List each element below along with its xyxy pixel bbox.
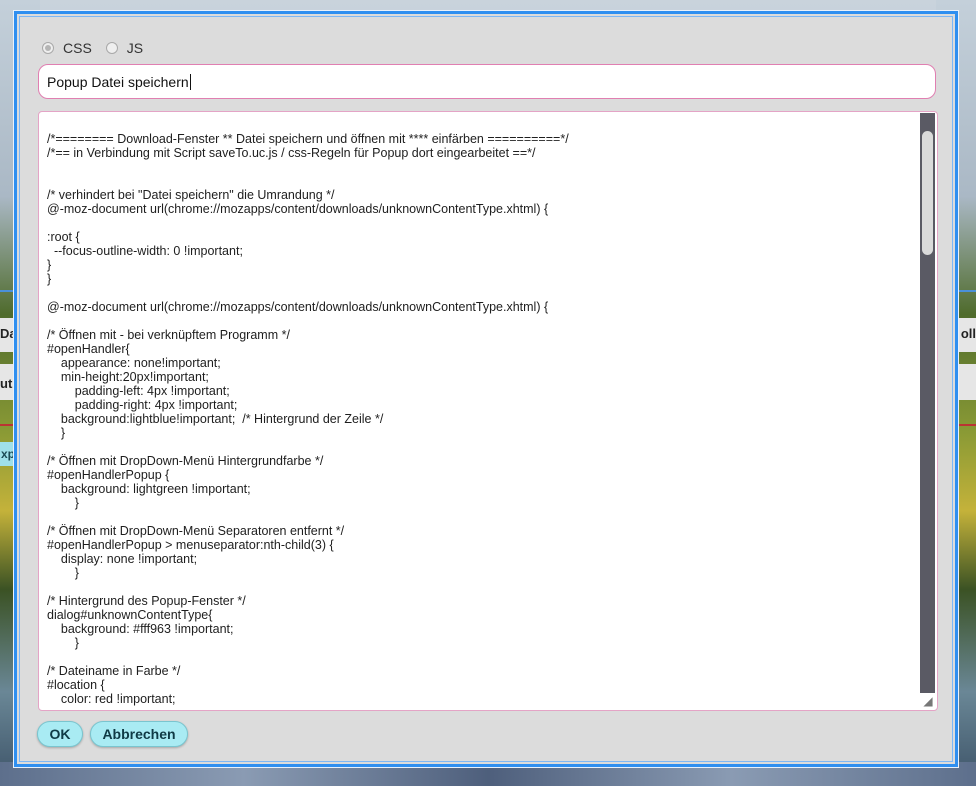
radio-css[interactable] xyxy=(42,42,54,54)
underlying-text-right: oll xyxy=(960,326,976,341)
radio-js[interactable] xyxy=(105,42,118,54)
text-caret xyxy=(189,73,191,90)
radio-css-label[interactable]: CSS xyxy=(63,40,92,56)
resize-grip-icon[interactable]: ◢ xyxy=(921,694,935,708)
mode-radio-group: CSS JS xyxy=(42,37,157,59)
cancel-button[interactable]: Abbrechen xyxy=(90,721,188,747)
title-input-value: Popup Datei speichern xyxy=(47,73,189,90)
dialog-body: CSS JS Popup Datei speichern /*======== … xyxy=(19,16,953,762)
ok-button[interactable]: OK xyxy=(37,721,83,747)
underlying-text-left-2: ut xyxy=(0,376,13,391)
code-text[interactable]: /*======== Download-Fenster ** Datei spe… xyxy=(47,132,917,706)
title-input[interactable]: Popup Datei speichern xyxy=(38,64,936,99)
vertical-scrollbar[interactable] xyxy=(920,113,935,693)
code-editor[interactable]: /*======== Download-Fenster ** Datei spe… xyxy=(38,111,938,711)
css-editor-dialog: CSS JS Popup Datei speichern /*======== … xyxy=(13,10,959,768)
scrollbar-thumb[interactable] xyxy=(922,131,933,255)
radio-js-label[interactable]: JS xyxy=(127,40,143,56)
